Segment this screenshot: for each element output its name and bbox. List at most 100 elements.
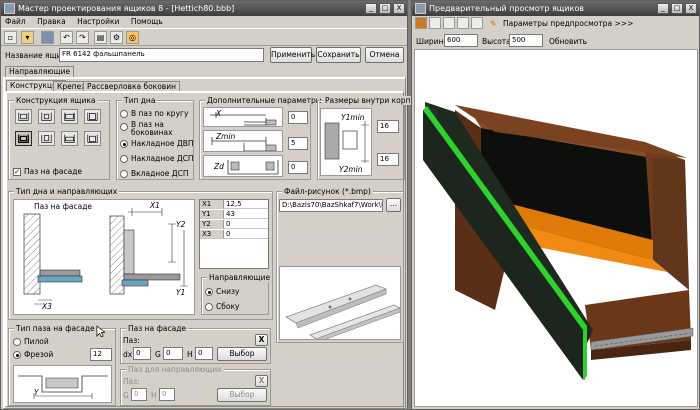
- bottom-type-radio-3[interactable]: [120, 140, 128, 148]
- table-cell-value[interactable]: 12,5: [224, 200, 268, 209]
- bottom-type-radio-5[interactable]: [120, 170, 128, 178]
- groove-mill-radio[interactable]: [13, 351, 21, 359]
- guide-groove-select-button[interactable]: Выбор: [217, 388, 267, 402]
- maximize-button[interactable]: □: [379, 3, 391, 14]
- undo-icon[interactable]: ↶: [60, 31, 73, 44]
- guides-group-title: Направляющие: [207, 273, 273, 282]
- preview-minimize-button[interactable]: _: [657, 3, 669, 14]
- refresh-button[interactable]: Обновить: [549, 37, 587, 46]
- y2min-input[interactable]: 16: [377, 153, 399, 166]
- box-name-input[interactable]: FR 6142 фальшпанель: [59, 48, 264, 62]
- groove-saw-radio[interactable]: [13, 338, 21, 346]
- construction-type-8-icon[interactable]: [84, 131, 101, 146]
- facade-groove-sub-label: Паз:: [123, 336, 140, 345]
- minimize-button[interactable]: _: [365, 3, 377, 14]
- table-cell-value[interactable]: 0: [224, 230, 268, 239]
- param-zd-input[interactable]: 0: [288, 161, 308, 174]
- cancel-button[interactable]: Отмена: [365, 47, 404, 63]
- bottom-type-label-5: Вкладное ДСП: [131, 169, 189, 178]
- construction-group-title: Конструкция ящика: [14, 96, 98, 105]
- preview-close-button[interactable]: X: [685, 3, 697, 14]
- menu-help[interactable]: Помощь: [131, 17, 163, 26]
- menu-settings[interactable]: Настройки: [77, 17, 119, 26]
- construction-type-5-icon[interactable]: [15, 131, 32, 146]
- guides-side-label: Сбоку: [216, 302, 240, 311]
- guide-rail-image: [279, 266, 401, 340]
- file-image-group-title: Файл-рисунок (*.bmp): [282, 187, 373, 196]
- dimension-table: X1 12,5 Y1 43 Y2 0 X3 0: [199, 199, 269, 269]
- construction-type-1-icon[interactable]: [15, 109, 32, 124]
- window-title: Мастер проектирования ящиков 8 - [Hettic…: [18, 4, 235, 13]
- settings-icon[interactable]: ⚙: [110, 31, 123, 44]
- construction-type-6-icon[interactable]: [38, 131, 55, 146]
- bottom-guides-diagram: Паз на фасаде X1 Y2 Y1 X3: [13, 199, 195, 315]
- view-icon[interactable]: ◎: [126, 31, 139, 44]
- drawer-wizard-window: Мастер проектирования ящиков 8 - [Hettic…: [0, 0, 426, 410]
- y1min-input[interactable]: 16: [377, 120, 399, 133]
- x1-dim-label: X1: [150, 201, 160, 210]
- preview-window: Предварительный просмотр ящиков _ □ X ✎ …: [411, 0, 700, 410]
- save-icon[interactable]: [41, 31, 54, 44]
- paste-icon[interactable]: ▤: [94, 31, 107, 44]
- menu-file[interactable]: Файл: [5, 17, 26, 26]
- guide-g-label: G: [123, 391, 129, 400]
- guide-groove-sub-label: Паз:: [123, 377, 140, 386]
- table-cell-value[interactable]: 0: [224, 220, 268, 229]
- table-cell-value[interactable]: 43: [224, 210, 268, 219]
- facade-g-label: G: [155, 350, 161, 359]
- facade-h-input[interactable]: 0: [195, 347, 213, 360]
- guides-side-radio[interactable]: [205, 303, 213, 311]
- new-file-icon[interactable]: ▫: [4, 31, 17, 44]
- bottom-type-radio-4[interactable]: [120, 155, 128, 163]
- cube-wire-icon[interactable]: [429, 17, 441, 29]
- browse-file-button[interactable]: ...: [386, 198, 401, 212]
- cube-solid-icon[interactable]: [415, 17, 427, 29]
- width-input[interactable]: 600: [444, 34, 478, 47]
- facade-groove-select-button[interactable]: Выбор: [217, 347, 267, 361]
- facade-groove-clear-button[interactable]: X: [255, 334, 268, 346]
- groove-mill-input[interactable]: 12: [90, 348, 112, 361]
- construction-type-3-icon[interactable]: [61, 109, 78, 124]
- construction-type-2-icon[interactable]: [38, 109, 55, 124]
- file-path-input[interactable]: D:\Bazis70\BazShkaf7\Work\FR 6: [279, 199, 383, 212]
- bottom-type-radio-2[interactable]: [120, 123, 128, 131]
- cube-top-icon[interactable]: [471, 17, 483, 29]
- close-button[interactable]: X: [393, 3, 405, 14]
- guides-bottom-radio[interactable]: [205, 288, 213, 296]
- construction-type-7-icon[interactable]: [61, 131, 78, 146]
- mouse-cursor-icon: [96, 325, 105, 338]
- param-x-diagram: X: [203, 107, 283, 127]
- menu-edit[interactable]: Правка: [37, 17, 66, 26]
- open-folder-icon[interactable]: ▾: [21, 31, 34, 44]
- cube-side-icon[interactable]: [457, 17, 469, 29]
- height-input[interactable]: 500: [509, 34, 543, 47]
- facade-dx-input[interactable]: 0: [133, 347, 151, 360]
- param-zmin-diagram: Zmin: [203, 130, 283, 152]
- bottom-type-radio-1[interactable]: [120, 110, 128, 118]
- groove-y-label: Y: [34, 388, 39, 397]
- bottom-guides-group-title: Тип дна и направляющих: [14, 187, 120, 196]
- param-x-input[interactable]: 0: [288, 111, 308, 124]
- cube-front-icon[interactable]: [443, 17, 455, 29]
- bottom-type-group-title: Тип дна: [122, 96, 158, 105]
- guide-h-input[interactable]: 0: [159, 388, 175, 401]
- facade-g-input[interactable]: 0: [163, 347, 183, 360]
- extra-params-group-title: Дополнительные параметры: [205, 96, 324, 105]
- toolbar: ▫ ▾ ↶ ↷ ▤ ⚙ ◎: [1, 28, 407, 46]
- apply-button[interactable]: Применить: [270, 47, 315, 63]
- redo-icon[interactable]: ↷: [76, 31, 89, 44]
- guide-g-input[interactable]: 0: [131, 388, 147, 401]
- bottom-type-label-2: В паз на боковинах: [131, 120, 173, 137]
- preview-app-icon: [415, 3, 426, 14]
- param-zd-diagram: Zd: [203, 155, 283, 177]
- y2-dim-label: Y2: [176, 220, 186, 229]
- facade-groove-checkbox[interactable]: ✓: [13, 168, 21, 176]
- construction-type-4-icon[interactable]: [84, 109, 101, 124]
- guide-groove-clear-button[interactable]: X: [255, 375, 268, 387]
- table-cell-name: Y1: [200, 210, 224, 219]
- param-zmin-input[interactable]: 5: [288, 137, 308, 150]
- preview-params-link[interactable]: Параметры предпросмотра >>>: [503, 19, 633, 28]
- preview-maximize-button[interactable]: □: [671, 3, 683, 14]
- table-cell-name: Y2: [200, 220, 224, 229]
- save-button[interactable]: Сохранить: [316, 47, 361, 63]
